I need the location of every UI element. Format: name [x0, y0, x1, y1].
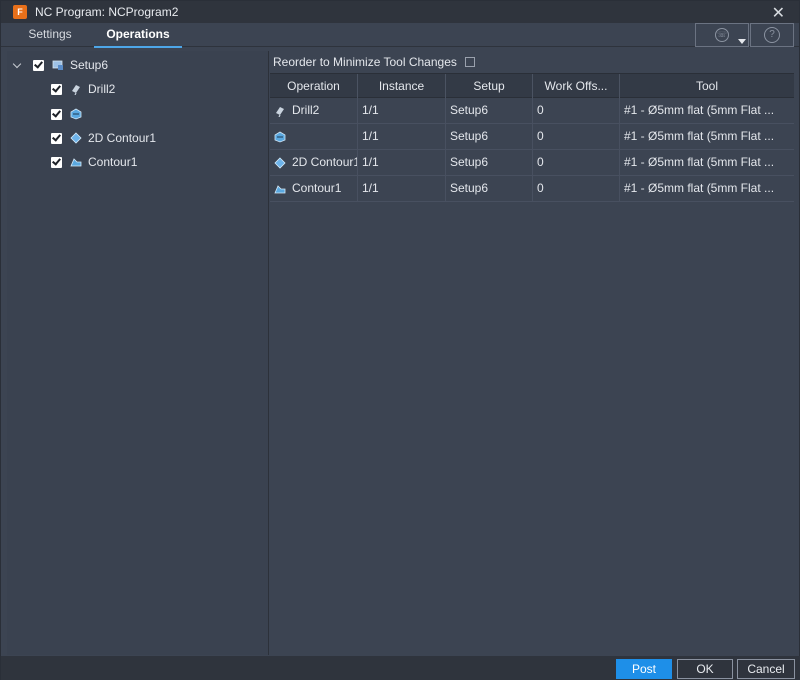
- cell-operation: [270, 124, 358, 149]
- tree-item-3d-operation[interactable]: [7, 104, 88, 124]
- expand-chevron-icon[interactable]: [13, 60, 23, 70]
- cell-operation: Contour1: [270, 176, 358, 201]
- drill2-checkbox[interactable]: [51, 83, 62, 95]
- column-header-instance[interactable]: Instance: [358, 74, 446, 98]
- table-row[interactable]: Drill2 1/1 Setup6 0 #1 - Ø5mm flat (5mm …: [270, 98, 794, 124]
- cell-tool: #1 - Ø5mm flat (5mm Flat ...: [624, 103, 775, 117]
- phone-icon: ☏: [715, 28, 729, 42]
- reorder-label: Reorder to Minimize Tool Changes: [273, 55, 457, 69]
- table-row[interactable]: Contour1 1/1 Setup6 0 #1 - Ø5mm flat (5m…: [270, 176, 794, 202]
- window-title: NC Program: NCProgram2: [35, 5, 179, 19]
- cell-work-offset: 0: [533, 98, 620, 123]
- close-icon[interactable]: ✕: [772, 3, 785, 23]
- drill-icon: [276, 106, 284, 117]
- table-header: Operation Instance Setup Work Offs... To…: [270, 73, 794, 98]
- contour1-checkbox[interactable]: [51, 156, 62, 168]
- cell-instance: 1/1: [358, 176, 446, 201]
- operations-table: Operation Instance Setup Work Offs... To…: [270, 73, 794, 202]
- operation-name: Contour1: [292, 181, 342, 195]
- table-row[interactable]: 1/1 Setup6 0 #1 - Ø5mm flat (5mm Flat ..…: [270, 124, 794, 150]
- cell-tool: #1 - Ø5mm flat (5mm Flat ...: [624, 181, 775, 195]
- cell-operation: Drill2: [270, 98, 358, 123]
- help-button[interactable]: ?: [750, 23, 794, 47]
- tree-item-setup6[interactable]: Setup6: [7, 55, 108, 75]
- cell-setup: Setup6: [446, 150, 533, 175]
- tree-item-label: Drill2: [88, 82, 116, 96]
- tab-settings[interactable]: Settings: [7, 23, 93, 47]
- 3d-op-icon: [70, 108, 82, 120]
- cell-setup: Setup6: [446, 124, 533, 149]
- title-bar: F NC Program: NCProgram2 ✕: [1, 1, 799, 23]
- setup6-checkbox[interactable]: [33, 59, 44, 71]
- cell-tool: #1 - Ø5mm flat (5mm Flat ...: [624, 129, 775, 143]
- nc-program-dialog: F NC Program: NCProgram2 ✕ Settings Oper…: [0, 0, 800, 680]
- contour-icon: [70, 158, 82, 167]
- tab-operations[interactable]: Operations: [94, 23, 182, 48]
- reorder-checkbox[interactable]: [464, 57, 475, 67]
- tree-item-drill2[interactable]: Drill2: [7, 79, 115, 99]
- tree-item-label: 2D Contour1: [88, 131, 157, 145]
- drill-icon: [72, 85, 80, 95]
- cell-instance: 1/1: [358, 124, 446, 149]
- 2d-contour-icon: [274, 156, 286, 169]
- cell-operation: 2D Contour1: [270, 150, 358, 175]
- help-icon: ?: [764, 27, 780, 43]
- tree-item-label: Setup6: [70, 58, 109, 72]
- cell-setup: Setup6: [446, 176, 533, 201]
- tree-item-label: Contour1: [88, 155, 138, 169]
- 3d-operation-checkbox[interactable]: [51, 108, 62, 120]
- tree-item-2d-contour1[interactable]: 2D Contour1: [7, 128, 156, 148]
- cell-work-offset: 0: [533, 124, 620, 149]
- tree-item-contour1[interactable]: Contour1: [7, 152, 137, 172]
- cell-instance: 1/1: [358, 98, 446, 123]
- reorder-option: Reorder to Minimize Tool Changes: [273, 54, 475, 70]
- operation-name: Drill2: [292, 103, 320, 117]
- cell-setup: Setup6: [446, 98, 533, 123]
- cell-tool: #1 - Ø5mm flat (5mm Flat ...: [624, 155, 775, 169]
- column-header-tool[interactable]: Tool: [620, 74, 794, 98]
- tab-bar: Settings Operations ☏ ?: [1, 23, 799, 48]
- post-button[interactable]: Post: [616, 659, 672, 679]
- cancel-button[interactable]: Cancel: [737, 659, 795, 679]
- cell-work-offset: 0: [533, 150, 620, 175]
- column-header-setup[interactable]: Setup: [446, 74, 533, 98]
- fusion-app-icon: F: [13, 5, 27, 19]
- column-header-work-offset[interactable]: Work Offs...: [533, 74, 620, 98]
- setup-icon: [52, 60, 63, 70]
- column-header-operation[interactable]: Operation: [270, 74, 358, 98]
- support-dropdown-button[interactable]: ☏: [695, 23, 749, 47]
- operations-tree: Setup6 Drill2 2D Contour1 Contour1: [7, 51, 269, 655]
- cell-instance: 1/1: [358, 150, 446, 175]
- 2d-contour1-checkbox[interactable]: [51, 132, 62, 144]
- 2d-contour-icon: [70, 132, 82, 144]
- cell-work-offset: 0: [533, 176, 620, 201]
- operation-name: 2D Contour1: [292, 155, 358, 169]
- table-row[interactable]: 2D Contour1 1/1 Setup6 0 #1 - Ø5mm flat …: [270, 150, 794, 176]
- contour-icon: [274, 184, 286, 193]
- ok-button[interactable]: OK: [677, 659, 733, 679]
- 3d-op-icon: [274, 131, 286, 142]
- chevron-down-icon: [738, 39, 746, 44]
